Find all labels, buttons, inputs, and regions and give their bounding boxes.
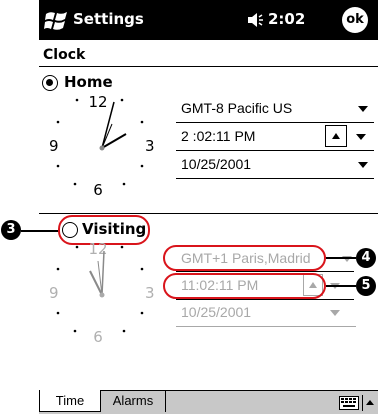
page-title: Clock bbox=[43, 47, 86, 63]
clock-number-12: 12 bbox=[88, 241, 107, 258]
time-zone-highlight bbox=[163, 245, 326, 271]
chevron-down-icon bbox=[356, 134, 366, 140]
clock-number-3: 3 bbox=[145, 137, 155, 155]
tab-alarms[interactable]: Alarms bbox=[101, 390, 166, 412]
clock-number-9: 9 bbox=[49, 284, 59, 302]
clock-number-3: 3 bbox=[145, 284, 155, 302]
time-spin-up-button[interactable] bbox=[325, 125, 347, 147]
chevron-down-icon bbox=[358, 162, 368, 168]
home-label[interactable]: Home bbox=[64, 73, 113, 91]
clock-number-9: 9 bbox=[49, 137, 59, 155]
time-highlight bbox=[163, 273, 326, 299]
home-time-field[interactable]: 2 :02:11 PM bbox=[176, 124, 374, 150]
app-title: Settings bbox=[73, 10, 144, 28]
divider bbox=[39, 213, 378, 214]
visiting-radio[interactable] bbox=[62, 222, 78, 238]
callout-3: 3 bbox=[1, 220, 21, 240]
home-radio[interactable] bbox=[42, 75, 58, 91]
clock-time[interactable]: 2:02 bbox=[268, 10, 305, 28]
windows-flag-icon[interactable] bbox=[44, 8, 70, 32]
chevron-down-icon bbox=[358, 106, 368, 112]
home-analog-clock: 12 9 3 6 bbox=[49, 94, 155, 199]
up-arrow-icon[interactable] bbox=[365, 398, 375, 408]
chevron-down-icon bbox=[330, 310, 340, 316]
callout-5: 5 bbox=[356, 276, 376, 296]
tab-time[interactable]: Time bbox=[39, 390, 101, 412]
divider bbox=[39, 66, 378, 67]
clock-number-6: 6 bbox=[93, 328, 103, 346]
up-arrow-icon bbox=[332, 133, 340, 139]
home-date-dropdown[interactable]: 10/25/2001 bbox=[176, 152, 374, 178]
clock-number-6: 6 bbox=[93, 181, 103, 199]
clock-number-12: 12 bbox=[88, 94, 107, 111]
visiting-label[interactable]: Visiting bbox=[82, 220, 146, 238]
visiting-date-dropdown[interactable]: 10/25/2001 bbox=[176, 300, 356, 326]
speaker-icon[interactable] bbox=[246, 12, 264, 28]
home-time-zone-dropdown[interactable]: GMT-8 Pacific US bbox=[176, 96, 374, 122]
callout-4: 4 bbox=[356, 248, 376, 268]
ok-button[interactable]: ok bbox=[342, 7, 368, 33]
title-bar: Settings 2:02 ok bbox=[39, 0, 378, 40]
keyboard-icon[interactable] bbox=[339, 396, 359, 410]
visiting-analog-clock: 12 9 3 6 bbox=[49, 241, 155, 346]
